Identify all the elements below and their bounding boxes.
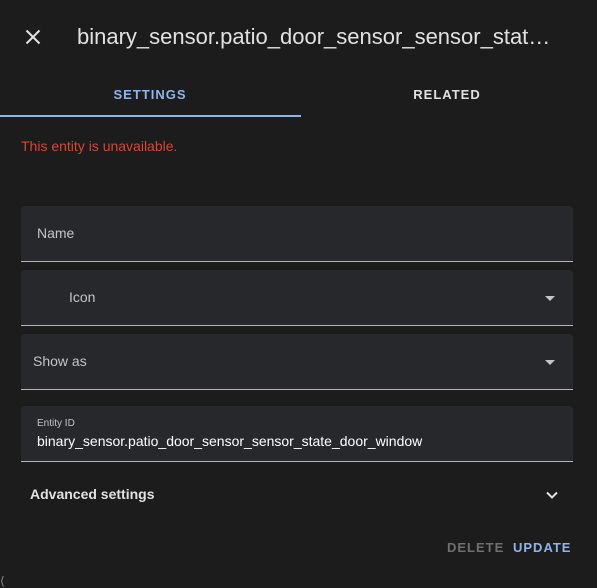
- dialog-header: binary_sensor.patio_door_sensor_sensor_s…: [0, 0, 597, 72]
- delete-button[interactable]: DELETE: [447, 540, 504, 555]
- advanced-settings-label: Advanced settings: [30, 486, 155, 502]
- entity-id-value[interactable]: binary_sensor.patio_door_sensor_sensor_s…: [37, 433, 422, 449]
- tab-settings-label: SETTINGS: [113, 86, 187, 102]
- name-field[interactable]: Name: [21, 206, 573, 262]
- show-as-select[interactable]: Show as: [21, 334, 573, 390]
- active-tab-indicator: [0, 115, 301, 117]
- icon-field-label: Icon: [69, 289, 96, 305]
- update-button[interactable]: UPDATE: [513, 540, 571, 555]
- show-as-dropdown-arrow-icon[interactable]: [545, 360, 555, 365]
- chevron-down-icon: [546, 491, 558, 499]
- dialog-title: binary_sensor.patio_door_sensor_sensor_s…: [77, 24, 557, 49]
- tab-related-label: RELATED: [413, 86, 481, 102]
- entity-id-field[interactable]: Entity ID binary_sensor.patio_door_senso…: [21, 406, 573, 462]
- show-as-label: Show as: [33, 353, 87, 369]
- close-button[interactable]: [18, 22, 48, 52]
- icon-dropdown-arrow-icon[interactable]: [545, 296, 555, 301]
- resize-handle-icon: ⟨: [0, 574, 5, 588]
- entity-id-label: Entity ID: [37, 418, 75, 429]
- tab-settings[interactable]: SETTINGS: [0, 72, 300, 116]
- close-icon: [25, 29, 41, 45]
- advanced-settings-toggle[interactable]: Advanced settings: [21, 476, 573, 514]
- name-field-label: Name: [37, 225, 75, 241]
- tab-bar: SETTINGS RELATED: [0, 72, 597, 118]
- unavailable-error-message: This entity is unavailable.: [21, 138, 178, 154]
- tab-related[interactable]: RELATED: [297, 72, 597, 116]
- icon-picker[interactable]: Icon: [21, 270, 573, 326]
- entity-settings-dialog: binary_sensor.patio_door_sensor_sensor_s…: [0, 0, 597, 588]
